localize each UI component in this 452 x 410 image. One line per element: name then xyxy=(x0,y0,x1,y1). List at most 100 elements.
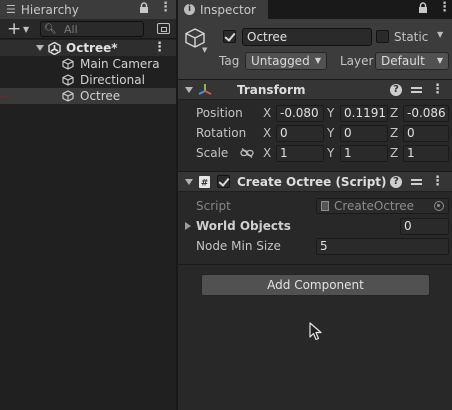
drop-indicator xyxy=(0,96,12,97)
scene-row[interactable]: Octree* ⋮ xyxy=(0,40,176,56)
position-y-field[interactable]: 0.11913 xyxy=(340,105,388,122)
add-component-button[interactable]: Add Component xyxy=(201,274,430,296)
cube-icon xyxy=(62,58,74,70)
static-checkbox[interactable] xyxy=(376,30,389,43)
position-label: Position xyxy=(196,106,243,120)
component-divider xyxy=(178,264,452,265)
inspector-tab-controls: ⋮ xyxy=(418,1,451,14)
layer-dropdown[interactable]: Default ▼ xyxy=(375,52,449,70)
foldout-arrow-icon[interactable] xyxy=(185,179,193,185)
inspector-tab[interactable]: i Inspector xyxy=(178,0,268,19)
axis-z-label[interactable]: Z xyxy=(390,124,398,142)
script-object-field[interactable]: CreateOctree xyxy=(316,198,449,214)
more-options-icon[interactable]: ⋮ xyxy=(438,1,451,14)
inspector-tabbar: i Inspector ⋮ xyxy=(178,0,452,19)
hierarchy-item-octree[interactable]: Octree xyxy=(0,88,176,104)
svg-text:#: # xyxy=(201,179,209,189)
script-label: Script xyxy=(196,199,231,213)
active-checkbox[interactable] xyxy=(223,30,236,43)
lock-icon[interactable] xyxy=(418,2,428,14)
position-x-field[interactable]: -0.080 xyxy=(276,105,324,122)
scale-x-field[interactable]: 1 xyxy=(276,145,324,162)
position-row: Position X -0.080 Y 0.11913 Z -0.086 xyxy=(178,103,452,123)
gameobject-header: ▼ Octree Static ▼ Tag Untagged ▼ Layer D… xyxy=(178,19,452,81)
axis-x-label[interactable]: X xyxy=(263,144,271,162)
axis-y-label[interactable]: Y xyxy=(327,104,334,122)
cube-icon xyxy=(62,74,74,86)
hierarchy-search-input[interactable]: 🔍︎ All xyxy=(40,21,144,37)
create-plus-icon[interactable]: + xyxy=(7,19,21,39)
scene-visibility-icon[interactable] xyxy=(157,23,170,34)
scale-y-field[interactable]: 1 xyxy=(340,145,388,162)
axis-z-label[interactable]: Z xyxy=(390,144,398,162)
tag-label: Tag xyxy=(219,54,240,68)
object-picker-icon[interactable] xyxy=(434,201,444,211)
hierarchy-tabbar: ☰ Hierarchy ⋮ xyxy=(0,0,176,19)
axis-y-label[interactable]: Y xyxy=(327,144,334,162)
cube-icon xyxy=(62,90,74,102)
scale-label: Scale xyxy=(196,146,229,160)
component-menu-icon[interactable]: ⋮ xyxy=(431,172,444,192)
chevron-down-icon: ▼ xyxy=(314,56,321,65)
more-options-icon[interactable]: ⋮ xyxy=(159,1,172,14)
static-label: Static xyxy=(394,30,429,44)
world-objects-size-field[interactable]: 0 xyxy=(400,218,449,235)
help-icon[interactable]: ? xyxy=(390,84,402,96)
script-value: CreateOctree xyxy=(334,199,415,213)
rotation-z-field[interactable]: 0 xyxy=(403,125,449,142)
rotation-x-field[interactable]: 0 xyxy=(276,125,324,142)
tag-value: Untagged xyxy=(251,54,310,68)
component-enabled-checkbox[interactable] xyxy=(217,175,230,188)
component-menu-icon[interactable]: ⋮ xyxy=(431,80,444,100)
unity-logo-icon xyxy=(48,42,61,55)
hierarchy-panel: ☰ Hierarchy ⋮ + ▼ 🔍︎ All Octree* ⋮ Main … xyxy=(0,0,176,410)
position-z-field[interactable]: -0.086 xyxy=(403,105,449,122)
mouse-cursor-icon xyxy=(309,322,322,341)
node-min-size-label: Node Min Size xyxy=(196,239,281,253)
layer-label: Layer xyxy=(340,54,374,68)
script-component-title: Create Octree (Script) xyxy=(237,175,387,189)
help-icon[interactable]: ? xyxy=(390,176,402,188)
transform-axes-icon xyxy=(198,84,212,95)
transform-header[interactable]: Transform ? ⋮ xyxy=(178,79,452,100)
script-header-controls: ? ⋮ xyxy=(390,172,444,192)
layer-value: Default xyxy=(381,54,425,68)
hierarchy-tab-label: Hierarchy xyxy=(20,2,79,17)
list-icon: ☰ xyxy=(6,3,16,16)
object-name-field[interactable]: Octree xyxy=(242,28,372,46)
node-min-size-field[interactable]: 5 xyxy=(316,238,449,255)
icon-dropdown-icon[interactable]: ▼ xyxy=(202,46,207,54)
world-objects-row[interactable]: World Objects 0 xyxy=(178,216,452,236)
hierarchy-toolbar: + ▼ 🔍︎ All xyxy=(0,19,176,39)
search-placeholder: All xyxy=(64,23,78,36)
axis-x-label[interactable]: X xyxy=(263,104,271,122)
transform-title: Transform xyxy=(237,83,306,97)
expand-arrow-icon[interactable] xyxy=(36,45,44,51)
rotation-row: Rotation X 0 Y 0 Z 0 xyxy=(178,123,452,143)
foldout-arrow-icon[interactable] xyxy=(185,87,193,93)
constrain-proportions-icon[interactable] xyxy=(240,148,254,158)
rotation-y-field[interactable]: 0 xyxy=(340,125,388,142)
script-icon: # xyxy=(199,176,210,189)
scene-menu-icon[interactable]: ⋮ xyxy=(153,40,166,56)
lock-icon[interactable] xyxy=(139,2,149,14)
hierarchy-item-main-camera[interactable]: Main Camera xyxy=(0,56,176,72)
create-dropdown-icon[interactable]: ▼ xyxy=(23,21,29,39)
scene-name: Octree* xyxy=(66,41,118,55)
hierarchy-item-directional-light[interactable]: Directional Light xyxy=(0,72,176,103)
search-icon: 🔍︎ xyxy=(44,24,57,35)
transform-header-controls: ? ⋮ xyxy=(390,80,444,100)
inspector-tab-label: Inspector xyxy=(200,2,256,17)
script-file-icon xyxy=(321,201,329,211)
script-component-header[interactable]: # Create Octree (Script) ? ⋮ xyxy=(178,171,452,192)
presets-icon[interactable] xyxy=(411,84,422,95)
axis-z-label[interactable]: Z xyxy=(390,104,398,122)
presets-icon[interactable] xyxy=(411,176,422,187)
axis-y-label[interactable]: Y xyxy=(327,124,334,142)
static-dropdown-icon[interactable]: ▼ xyxy=(437,30,443,39)
axis-x-label[interactable]: X xyxy=(263,124,271,142)
scale-z-field[interactable]: 1 xyxy=(403,145,449,162)
tag-dropdown[interactable]: Untagged ▼ xyxy=(245,52,327,70)
chevron-down-icon: ▼ xyxy=(436,56,443,65)
foldout-right-arrow-icon[interactable] xyxy=(185,222,191,230)
